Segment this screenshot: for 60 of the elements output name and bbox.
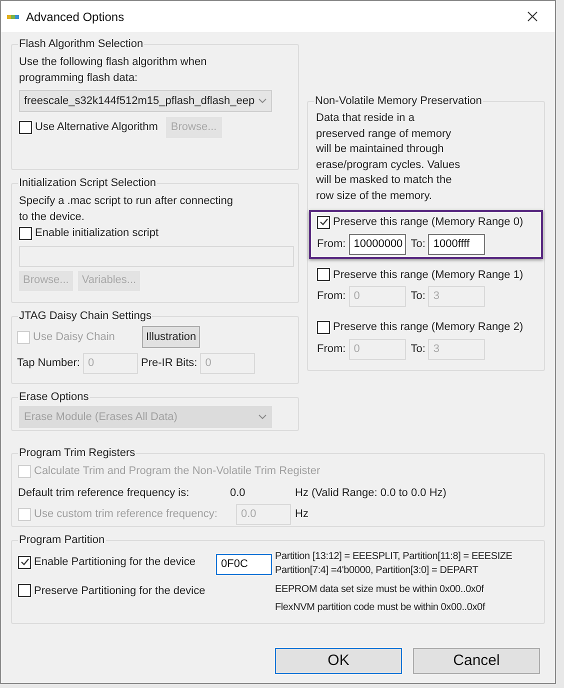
checkbox[interactable] xyxy=(19,121,32,134)
app-icon xyxy=(7,14,19,20)
description-text: Use the following flash algorithm when programming flash data: xyxy=(19,55,208,86)
checkbox[interactable] xyxy=(317,320,330,334)
checkbox-label: Preserve this range (Memory Range 1) xyxy=(333,268,524,282)
checkbox-label: Preserve this range (Memory Range 0) xyxy=(333,215,524,230)
group-title: Program Trim Registers xyxy=(18,445,136,461)
partition-note: Partition[7:4] =4'b0000, Partition[3:0] = DEPART xyxy=(275,564,480,578)
checkbox[interactable] xyxy=(18,556,31,569)
field-label: From: xyxy=(317,289,346,304)
dialog-button[interactable]: Cancel xyxy=(413,648,540,674)
checkbox[interactable] xyxy=(317,268,330,282)
field-label: From: xyxy=(317,342,346,357)
field-label: To: xyxy=(410,236,426,252)
input-field[interactable]: 3 xyxy=(428,338,486,360)
checkbox-label: Enable initialization script xyxy=(35,226,159,241)
checkbox-label: Use Alternative Algorithm xyxy=(35,120,158,136)
partition-note: Partition [13:12] = EEESPLIT, Partition[11:8] = EEESIZE xyxy=(275,550,512,564)
checkbox[interactable] xyxy=(18,584,31,598)
frequency-value: 0.0 xyxy=(230,486,246,500)
unit-label: Hz xyxy=(295,507,308,522)
partition-note: FlexNVM partition code must be within 0x00..0x0f xyxy=(275,601,486,615)
checkbox[interactable] xyxy=(317,216,330,229)
checkbox-label: Use custom trim reference frequency: xyxy=(34,507,218,522)
field-label: Pre-IR Bits: xyxy=(140,356,198,372)
group-title: Program Partition xyxy=(18,532,106,548)
input-field[interactable]: 3 xyxy=(428,286,486,307)
group-title: Initialization Script Selection xyxy=(18,175,157,191)
description-text: Specify a .mac script to run after connecting to the device. xyxy=(19,194,234,225)
chevron-down-icon xyxy=(258,414,267,420)
dropdown[interactable]: freescale_s32k144f512m15_pflash_dflash_eep xyxy=(19,90,272,112)
partition-note: EEPROM data set size must be within 0x00..0x0f xyxy=(275,583,485,597)
close-icon xyxy=(526,11,538,22)
button[interactable]: Illustration xyxy=(142,326,200,348)
field-label: From: xyxy=(317,236,346,252)
input-field[interactable]: 0.0 xyxy=(236,504,291,525)
checkbox-label: Preserve Partitioning for the device xyxy=(34,584,206,598)
input-field[interactable]: 0 xyxy=(348,286,406,307)
group-title: Non-Volatile Memory Preservation xyxy=(314,93,483,109)
dialog-button[interactable]: OK xyxy=(275,648,402,674)
checkbox-label: Calculate Trim and Program the Non-Volatile Trim Register xyxy=(34,464,320,479)
group-title: Erase Options xyxy=(18,389,90,405)
frequency-range: Hz (Valid Range: 0.0 to 0.0 Hz) xyxy=(295,486,446,500)
input-field[interactable]: 0F0C xyxy=(216,554,272,575)
group-title: Flash Algorithm Selection xyxy=(18,36,144,52)
field-label: To: xyxy=(410,289,426,304)
field-label: Default trim reference frequency is: xyxy=(18,486,190,500)
field-label: To: xyxy=(410,342,426,357)
field-label: Tap Number: xyxy=(17,356,80,372)
checkbox-label: Enable Partitioning for the device xyxy=(34,555,196,570)
input-field[interactable]: 10000000 xyxy=(348,234,406,254)
checkbox[interactable] xyxy=(19,226,32,240)
group-title: JTAG Daisy Chain Settings xyxy=(18,308,152,324)
description-text: Data that reside in a preserved range of memory will be maintained through erase/program cycles. Values will be masked to match the row size of the memory. xyxy=(316,111,462,204)
input-field[interactable]: 0 xyxy=(348,338,406,360)
checkbox-label: Preserve this range (Memory Range 2) xyxy=(333,320,524,335)
checkbox-label: Use Daisy Chain xyxy=(33,330,115,345)
window-title: Advanced Options xyxy=(26,8,124,26)
chevron-down-icon xyxy=(258,98,267,104)
input-field[interactable]: 1000ffff xyxy=(428,234,486,254)
